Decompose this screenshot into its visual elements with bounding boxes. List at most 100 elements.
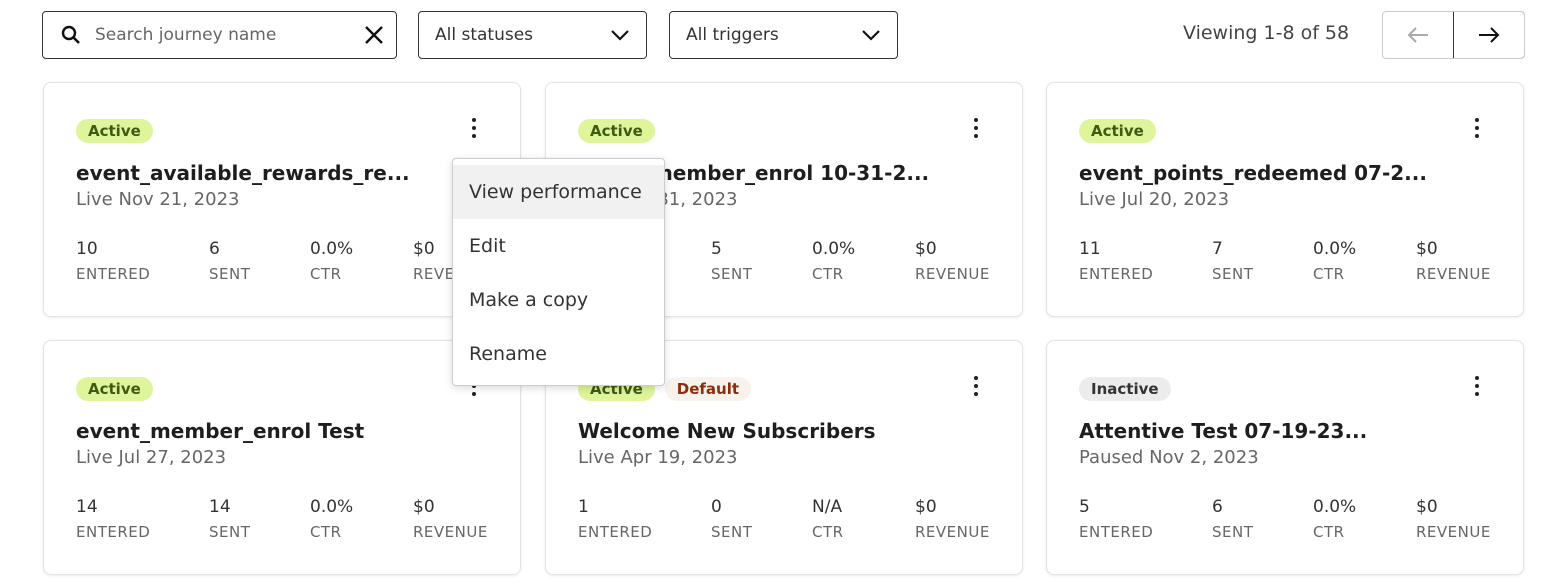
trigger-filter-select[interactable]: All triggers <box>669 11 898 59</box>
card-actions-menu: View performance Edit Make a copy Rename <box>452 158 665 386</box>
status-badge: Active <box>76 119 153 143</box>
status-badge: Active <box>1079 119 1156 143</box>
stat-value: N/A <box>812 497 843 517</box>
stat: 14 SENT <box>209 497 250 541</box>
stat-label: REVENUE <box>915 523 990 541</box>
stat: $0 REVENUE <box>413 497 488 541</box>
stat-value: $0 <box>915 497 937 517</box>
stat: 14 ENTERED <box>76 497 150 541</box>
stat-label: ENTERED <box>1079 523 1154 541</box>
stat: 0.0% CTR <box>1313 497 1356 541</box>
stat-value: 14 <box>76 497 98 517</box>
journey-title[interactable]: event_member_enrol Test <box>76 419 364 443</box>
journey-title[interactable]: event_available_rewards_re... <box>76 161 410 185</box>
chevron-down-icon <box>862 30 880 41</box>
stat-value: 14 <box>209 497 231 517</box>
stat-label: REVENUE <box>413 523 488 541</box>
stat-value: 1 <box>578 497 589 517</box>
stat-label: SENT <box>209 523 251 541</box>
stat-value: $0 <box>413 497 435 517</box>
stat: 6 SENT <box>1212 497 1253 541</box>
close-icon <box>365 26 383 44</box>
journey-card[interactable]: Inactive Attentive Test 07-19-23... Paused… <box>1046 340 1524 575</box>
stat-value: 5 <box>711 239 722 259</box>
stat-label: SENT <box>711 265 753 283</box>
stat-value: $0 <box>1416 497 1438 517</box>
journey-date: Live Nov 21, 2023 <box>76 189 240 210</box>
journey-title[interactable]: Welcome New Subscribers <box>578 419 876 443</box>
stat-label: CTR <box>310 265 342 283</box>
journey-date: Live Jul 20, 2023 <box>1079 189 1230 210</box>
trigger-filter-value: All triggers <box>686 25 779 45</box>
menu-item-make-a-copy[interactable]: Make a copy <box>453 273 664 327</box>
stat: 7 SENT <box>1212 239 1253 283</box>
arrow-right-icon <box>1479 27 1500 43</box>
stat-value: 6 <box>209 239 220 259</box>
stat-value: $0 <box>915 239 937 259</box>
prev-page-button[interactable] <box>1383 12 1453 58</box>
status-badge: Inactive <box>1079 377 1171 401</box>
search-input[interactable]: Search journey name <box>42 11 397 59</box>
stat-label: ENTERED <box>76 523 151 541</box>
next-page-button[interactable] <box>1453 12 1524 58</box>
more-options-button[interactable] <box>464 115 484 141</box>
stat-value: 7 <box>1212 239 1223 259</box>
kebab-icon <box>472 118 476 122</box>
more-options-button[interactable] <box>1467 115 1487 141</box>
stat: 0 SENT <box>711 497 752 541</box>
stat-value: 0 <box>711 497 722 517</box>
stat-label: SENT <box>1212 265 1254 283</box>
menu-item-rename[interactable]: Rename <box>453 327 664 381</box>
kebab-icon <box>1475 376 1479 380</box>
pagination-summary: Viewing 1-8 of 58 <box>1183 22 1350 44</box>
stat-label: ENTERED <box>1079 265 1154 283</box>
menu-item-view-performance[interactable]: View performance <box>453 165 664 219</box>
badges: Active <box>1079 119 1156 143</box>
journey-title[interactable]: event_points_redeemed 07-2... <box>1079 161 1427 185</box>
more-options-button[interactable] <box>1467 373 1487 399</box>
stat: 10 ENTERED <box>76 239 150 283</box>
kebab-icon <box>974 376 978 380</box>
stat-label: ENTERED <box>76 265 151 283</box>
stat-label: CTR <box>1313 523 1345 541</box>
stat: N/A CTR <box>812 497 844 541</box>
stat: 11 ENTERED <box>1079 239 1153 283</box>
search-icon <box>61 25 80 44</box>
badges: Active <box>578 119 655 143</box>
badges: Active <box>76 119 153 143</box>
badges: Inactive <box>1079 377 1171 401</box>
journey-card[interactable]: Active event_member_enrol Test Live Jul 27… <box>43 340 521 575</box>
status-badge: Default <box>664 377 752 401</box>
clear-search-button[interactable] <box>352 25 396 45</box>
status-badge: Active <box>578 119 655 143</box>
search-placeholder: Search journey name <box>95 25 277 45</box>
journey-title[interactable]: Attentive Test 07-19-23... <box>1079 419 1367 443</box>
stat-value: 11 <box>1079 239 1101 259</box>
stat-value: 0.0% <box>310 239 354 259</box>
stat: 0.0% CTR <box>812 239 855 283</box>
status-badge: Active <box>76 377 153 401</box>
more-options-button[interactable] <box>966 115 986 141</box>
journey-card[interactable]: Active event_points_redeemed 07-2... Live … <box>1046 82 1524 317</box>
stat: 0.0% CTR <box>1313 239 1356 283</box>
stat-label: ENTERED <box>578 523 653 541</box>
stat: $0 REVENUE <box>1416 239 1491 283</box>
stat: 6 SENT <box>209 239 250 283</box>
stat-label: CTR <box>310 523 342 541</box>
journey-card[interactable]: Active event_available_rewards_re... Live … <box>43 82 521 317</box>
journey-date: Paused Nov 2, 2023 <box>1079 447 1259 468</box>
menu-item-edit[interactable]: Edit <box>453 219 664 273</box>
stat-value: 0.0% <box>310 497 354 517</box>
journey-date: Live Apr 19, 2023 <box>578 447 738 468</box>
arrow-left-icon <box>1407 27 1428 43</box>
more-options-button[interactable] <box>966 373 986 399</box>
stat-label: REVENUE <box>1416 265 1491 283</box>
stat-label: SENT <box>711 523 753 541</box>
status-filter-select[interactable]: All statuses <box>418 11 647 59</box>
status-filter-value: All statuses <box>435 25 534 45</box>
stat: 1 ENTERED <box>578 497 652 541</box>
stat: 0.0% CTR <box>310 239 353 283</box>
stat-value: 5 <box>1079 497 1090 517</box>
stat-value: 0.0% <box>1313 497 1357 517</box>
kebab-icon <box>1475 118 1479 122</box>
